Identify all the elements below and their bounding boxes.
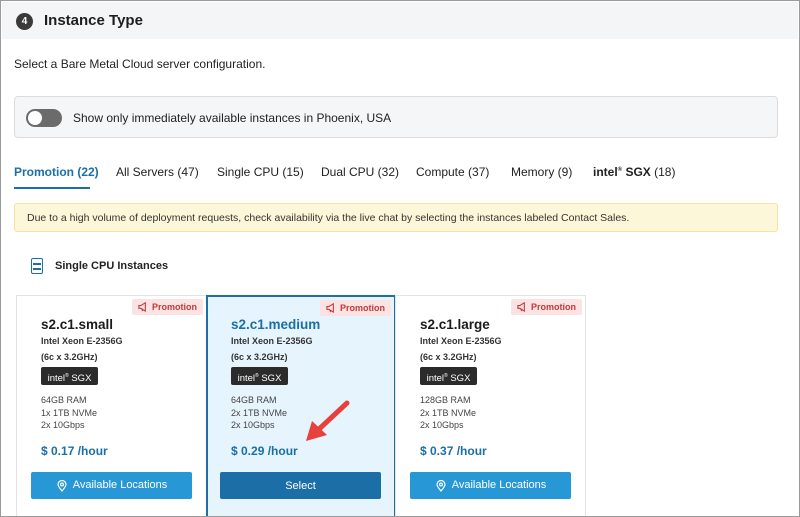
promotion-badge: Promotion: [511, 299, 582, 315]
instance-name: s2.c1.small: [41, 317, 114, 332]
instance-price: $ 0.29 /hour: [231, 444, 298, 458]
instance-name: s2.c1.large: [420, 317, 490, 332]
spec-network: 2x 10Gbps: [231, 420, 275, 430]
cpu-cores: (6c x 3.2GHz): [231, 352, 288, 362]
sgx-label: SGX: [625, 165, 651, 179]
instance-specs: 128GB RAM 2x 1TB NVMe 2x 10Gbps: [420, 394, 476, 432]
intel-logo: intel®: [593, 165, 623, 179]
instance-cards: Promotion s2.c1.small Intel Xeon E-2356G…: [16, 295, 586, 516]
intel-sgx-badge: intel® SGX: [231, 367, 288, 385]
cpu-model: Intel Xeon E-2356G: [231, 336, 313, 346]
server-icon: [31, 258, 43, 274]
cpu-model: Intel Xeon E-2356G: [420, 336, 502, 346]
spec-ram: 128GB RAM: [420, 395, 471, 405]
instance-group-title: Single CPU Instances: [55, 260, 169, 272]
section-description: Select a Bare Metal Cloud server configu…: [14, 57, 266, 71]
location-pin-icon: [57, 479, 67, 492]
megaphone-icon: [138, 301, 146, 312]
cpu-model: Intel Xeon E-2356G: [41, 336, 123, 346]
tab-all-servers[interactable]: All Servers (47): [116, 165, 199, 191]
spec-ram: 64GB RAM: [41, 395, 87, 405]
availability-filter: Show only immediately available instance…: [14, 96, 778, 138]
instance-card-large[interactable]: Promotion s2.c1.large Intel Xeon E-2356G…: [395, 295, 586, 516]
tab-count: (18): [654, 165, 676, 179]
promotion-badge: Promotion: [132, 299, 203, 315]
instance-card-small[interactable]: Promotion s2.c1.small Intel Xeon E-2356G…: [16, 295, 207, 516]
instance-price: $ 0.17 /hour: [41, 444, 108, 458]
tab-memory[interactable]: Memory (9): [511, 165, 572, 191]
availability-toggle[interactable]: [26, 109, 62, 127]
spec-storage: 1x 1TB NVMe: [41, 407, 98, 418]
instance-specs: 64GB RAM 1x 1TB NVMe 2x 10Gbps: [41, 394, 97, 432]
tab-promotion[interactable]: Promotion (22): [14, 165, 99, 191]
toggle-knob: [28, 111, 42, 125]
megaphone-icon: [517, 301, 525, 312]
available-locations-button[interactable]: Available Locations: [410, 472, 571, 499]
active-tab-indicator: [14, 187, 90, 189]
tab-intel-sgx[interactable]: intel® SGX (18): [593, 165, 675, 191]
promotion-badge: Promotion: [320, 300, 391, 316]
select-button[interactable]: Select: [220, 472, 381, 499]
megaphone-icon: [326, 302, 334, 313]
tab-single-cpu[interactable]: Single CPU (15): [217, 165, 304, 191]
instance-type-panel: 4 Instance Type Select a Bare Metal Clou…: [0, 0, 800, 517]
tab-label: Promotion (22): [14, 165, 99, 179]
tab-dual-cpu[interactable]: Dual CPU (32): [321, 165, 399, 191]
availability-notice: Due to a high volume of deployment reque…: [14, 203, 778, 232]
cpu-cores: (6c x 3.2GHz): [41, 352, 98, 362]
spec-storage: 2x 1TB NVMe: [231, 407, 288, 418]
instance-specs: 64GB RAM 2x 1TB NVMe 2x 10Gbps: [231, 394, 287, 432]
spec-network: 2x 10Gbps: [420, 420, 464, 430]
step-number-badge: 4: [16, 13, 33, 30]
intel-sgx-badge: intel® SGX: [41, 367, 98, 385]
spec-network: 2x 10Gbps: [41, 420, 85, 430]
available-locations-button[interactable]: Available Locations: [31, 472, 192, 499]
spec-storage: 2x 1TB NVMe: [420, 407, 477, 418]
instance-tabs: Promotion (22) All Servers (47) Single C…: [14, 165, 778, 191]
spec-ram: 64GB RAM: [231, 395, 277, 405]
instance-name: s2.c1.medium: [231, 317, 321, 332]
instance-card-medium[interactable]: Promotion s2.c1.medium Intel Xeon E-2356…: [206, 295, 396, 516]
location-pin-icon: [436, 479, 446, 492]
section-title: Instance Type: [44, 12, 143, 29]
instance-price: $ 0.37 /hour: [420, 444, 487, 458]
section-header: 4 Instance Type: [2, 2, 798, 39]
intel-sgx-badge: intel® SGX: [420, 367, 477, 385]
cpu-cores: (6c x 3.2GHz): [420, 352, 477, 362]
tab-compute[interactable]: Compute (37): [416, 165, 489, 191]
availability-filter-label: Show only immediately available instance…: [73, 111, 392, 125]
